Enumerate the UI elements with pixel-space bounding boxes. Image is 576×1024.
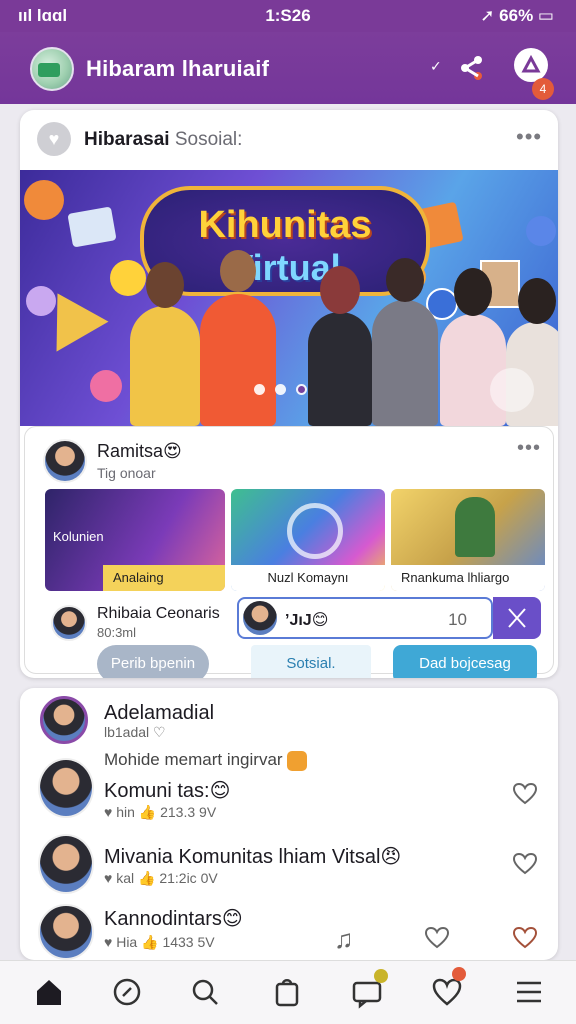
heart-check-icon[interactable]: ♥ — [37, 122, 71, 156]
feed-user-name[interactable]: Adelamadial — [104, 702, 214, 725]
post-header: ♥ Hibarasai Sosoial: ••• — [20, 110, 558, 170]
send-button[interactable] — [493, 597, 541, 639]
feed-item-title[interactable]: Kannodintars😊 — [104, 906, 243, 931]
app-logo[interactable] — [30, 47, 74, 91]
share-icon[interactable] — [458, 54, 486, 82]
reply-input[interactable]: ʼJıJ😊 10 — [237, 597, 493, 639]
chat-badge — [374, 969, 388, 983]
section-label: Mohide memart ingirvar — [104, 750, 308, 771]
media-tile[interactable]: Kolunien Analaing — [45, 489, 225, 591]
media-tile[interactable]: Rnankuma lhliargo — [391, 489, 545, 591]
favorites-badge — [452, 967, 466, 981]
like-heart-icon[interactable] — [512, 782, 538, 806]
notification-bell-icon[interactable] — [514, 48, 548, 82]
photo-card-decoration — [67, 206, 117, 248]
more-options-icon[interactable]: ••• — [516, 124, 542, 150]
avatar[interactable] — [38, 834, 94, 894]
feed-item-meta: ♥ Hia 👍 1433 5V — [104, 934, 215, 950]
community-feed-card: Adelamadial lb1adal ♡ Mohide memart ingi… — [20, 688, 558, 960]
emoji-decoration — [24, 180, 64, 220]
app-header: Hibaram lharuiaif ✓ 4 — [0, 32, 576, 104]
inner-post-card: Ramitsa😍 Tig onoar ••• Kolunien Analaing… — [24, 426, 554, 678]
carousel-next-button[interactable] — [490, 368, 534, 412]
bottom-navigation — [0, 960, 576, 1024]
commenter-name[interactable]: Rhibaia Ceonaris — [97, 605, 220, 623]
avatar[interactable] — [51, 605, 87, 641]
feed-item-title[interactable]: Komuni tas:😊 — [104, 778, 230, 803]
avatar[interactable] — [38, 904, 94, 960]
author-subtitle: Tig onoar — [97, 465, 156, 481]
social-button[interactable]: Sotsial. — [251, 645, 371, 678]
carousel-indicator[interactable] — [254, 382, 317, 400]
more-options-icon[interactable]: ••• — [517, 437, 541, 460]
menu-icon[interactable] — [512, 975, 546, 1009]
reply-text: ʼJıJ😊 — [285, 612, 329, 629]
person-figure — [308, 266, 372, 426]
reply-count: 10 — [448, 610, 467, 629]
emoji-decoration — [90, 370, 122, 402]
avatar — [243, 601, 277, 635]
banner-image[interactable]: Kihunitas Virtual — [20, 170, 558, 426]
avatar[interactable] — [43, 439, 87, 483]
like-heart-icon[interactable] — [512, 852, 538, 876]
person-figure — [372, 258, 438, 426]
post-card: ♥ Hibarasai Sosoial: ••• Kihunitas Virtu… — [20, 110, 558, 678]
battery-indicator: ➚ 66% ▭ — [480, 6, 554, 25]
banner-title-line1: Kihunitas — [198, 204, 372, 246]
person-figure — [200, 250, 276, 426]
emoji-decoration — [526, 216, 556, 246]
home-icon[interactable] — [32, 975, 66, 1009]
like-heart-icon[interactable] — [424, 926, 450, 950]
avatar[interactable] — [40, 696, 88, 744]
bag-icon[interactable] — [270, 975, 304, 1009]
comment-time: 80:3ml — [97, 625, 137, 640]
status-bar: ııl lɑɑl 1:S26 ➚ 66% ▭ — [0, 0, 576, 32]
tile-caption: Rnankuma lhliargo — [391, 565, 545, 591]
chevron-down-icon[interactable]: ✓ — [430, 58, 442, 75]
person-figure — [130, 262, 200, 426]
primary-button[interactable]: Dad bojcesag — [393, 645, 537, 678]
feed-item-meta: ♥ kal 👍 21:2ic 0V — [104, 870, 218, 886]
author-name[interactable]: Ramitsa😍 — [97, 441, 182, 462]
feed-item-meta: ♥ hin 👍 213.3 9V — [104, 804, 217, 820]
banner-title-line2: Virtual — [229, 247, 341, 288]
feed-user-sub: lb1adal ♡ — [104, 724, 166, 740]
explore-icon[interactable] — [110, 975, 144, 1009]
search-icon[interactable] — [188, 975, 222, 1009]
secondary-button[interactable]: Perib bpenin — [97, 645, 209, 678]
music-note-icon[interactable]: ♫ — [334, 924, 354, 955]
person-figure — [440, 268, 506, 426]
tile-caption: Nuzl Komaynı — [231, 565, 385, 591]
notification-badge: 4 — [532, 78, 554, 100]
tile-caption: Analaing — [103, 565, 225, 591]
battery-percent: 66% — [499, 6, 534, 25]
app-title: Hibaram lharuiaif — [86, 56, 270, 81]
group-name[interactable]: Hibarasai Sosoial: — [84, 129, 242, 151]
avatar[interactable] — [38, 758, 94, 818]
feed-item-title[interactable]: Mivania Komunitas lhiam Vitsal😠 — [104, 844, 401, 869]
media-tile[interactable]: Nuzl Komaynı — [231, 489, 385, 591]
tile-overlay-text: Kolunien — [53, 529, 104, 544]
like-heart-icon[interactable] — [512, 926, 538, 950]
emoji-decoration — [110, 260, 146, 296]
